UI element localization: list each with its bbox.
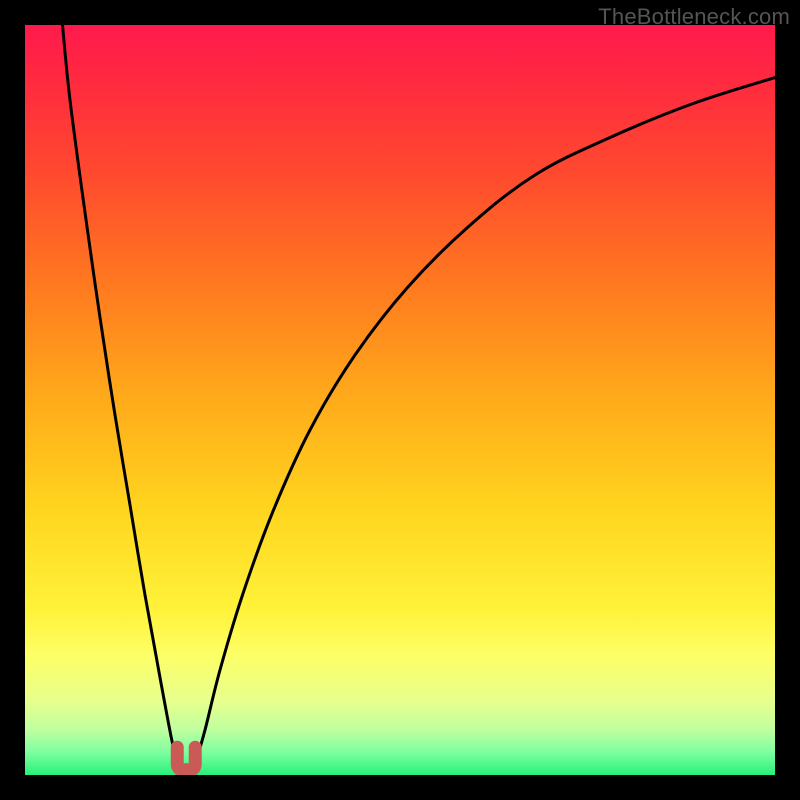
gradient-background	[25, 25, 775, 775]
bottleneck-chart	[25, 25, 775, 775]
chart-frame	[25, 25, 775, 775]
